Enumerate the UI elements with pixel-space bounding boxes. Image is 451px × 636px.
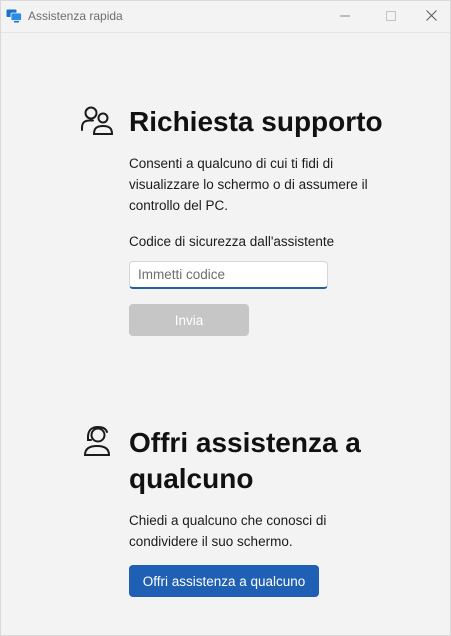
request-support-heading: Richiesta supporto	[129, 106, 383, 137]
security-code-input[interactable]	[129, 261, 328, 289]
offer-assistance-heading: Offri assistenza a qualcuno	[129, 427, 361, 494]
title-bar[interactable]: Assistenza rapida	[1, 1, 450, 33]
maximize-icon	[386, 8, 396, 26]
quick-assist-monitor-icon	[6, 9, 22, 23]
offer-assistance-description: Chiedi a qualcuno che conosci di condivi…	[129, 513, 327, 549]
maximize-button[interactable]	[368, 1, 414, 32]
window-title: Assistenza rapida	[28, 9, 123, 23]
security-code-label: Codice di sicurezza dall'assistente	[129, 234, 335, 249]
offer-assistance-button[interactable]: Offri assistenza a qualcuno	[129, 565, 319, 597]
send-button[interactable]: Invia	[129, 304, 249, 336]
close-button[interactable]	[412, 1, 450, 32]
person-headset-icon	[81, 425, 113, 464]
people-icon	[80, 105, 114, 142]
minimize-icon	[340, 8, 350, 26]
quick-assist-window: Assistenza rapida Richiesta supporto Con…	[0, 0, 451, 636]
request-support-description: Consenti a qualcuno di cui ti fidi di vi…	[129, 156, 368, 213]
minimize-button[interactable]	[322, 1, 368, 32]
close-icon	[425, 8, 437, 26]
